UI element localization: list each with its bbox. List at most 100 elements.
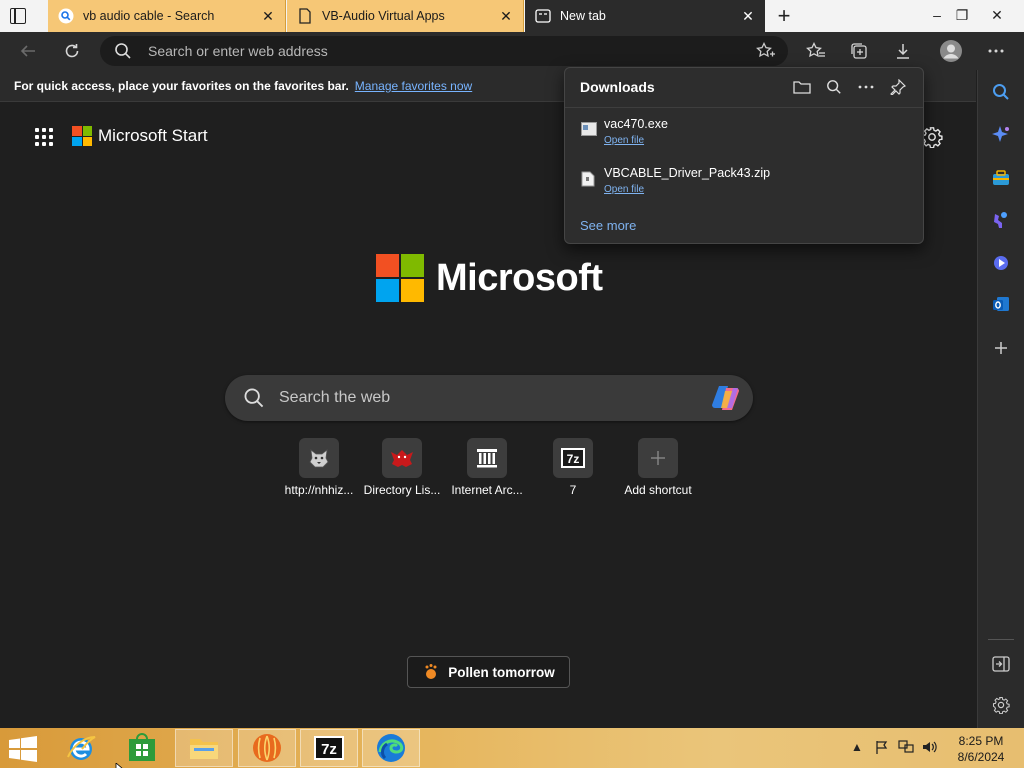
shortcut-internet-archive[interactable]: Internet Arc...: [445, 438, 529, 497]
red-creature-icon: [382, 438, 422, 478]
shortcut-7zip[interactable]: 7z 7: [531, 438, 615, 497]
more-options-icon[interactable]: [856, 77, 876, 97]
edge-icon: [377, 734, 405, 762]
see-more-link[interactable]: See more: [580, 218, 636, 233]
download-file-name: vac470.exe: [604, 117, 668, 131]
brand-text: Microsoft Start: [98, 126, 208, 145]
close-window-button[interactable]: ✕: [984, 4, 1010, 26]
refresh-button[interactable]: [61, 40, 83, 62]
browser-toolbar: [0, 32, 1024, 70]
taskbar-edge[interactable]: [362, 729, 420, 767]
sidebar-shopping-icon[interactable]: [990, 167, 1012, 189]
sidebar-outlook-icon[interactable]: [990, 293, 1012, 315]
tab-close-icon[interactable]: ✕: [497, 7, 515, 25]
open-file-link[interactable]: Open file: [604, 184, 644, 195]
taskbar-media-player[interactable]: [238, 729, 296, 767]
collections-icon: [851, 43, 867, 59]
pollen-weather-chip[interactable]: Pollen tomorrow: [407, 656, 570, 688]
sidebar-copilot-sparkle-icon[interactable]: [990, 124, 1012, 146]
download-item[interactable]: vac470.exe Open file: [565, 114, 923, 160]
newtab-favicon-icon: [535, 8, 551, 24]
tab-actions-icon[interactable]: [10, 8, 26, 24]
folder-icon: [190, 739, 218, 759]
search-downloads-icon[interactable]: [824, 77, 844, 97]
wolf-icon: [299, 438, 339, 478]
downloads-panel: Downloads vac470.exe Open file VBCABLE_D…: [564, 67, 924, 244]
network-icon[interactable]: [897, 738, 915, 756]
new-tab-button[interactable]: +: [774, 3, 794, 28]
tab-new-tab[interactable]: New tab ✕: [525, 0, 765, 32]
open-folder-icon[interactable]: [792, 77, 812, 97]
pollen-text: Pollen tomorrow: [448, 664, 555, 680]
exe-file-icon: [581, 122, 597, 138]
search-icon: [114, 42, 132, 65]
7zip-icon: 7z: [553, 438, 593, 478]
add-shortcut-button[interactable]: Add shortcut: [616, 438, 700, 497]
microsoft-logo-icon: [376, 254, 424, 302]
tab-title: VB-Audio Virtual Apps: [322, 9, 445, 23]
clock-time: 8:25 PM: [958, 734, 1004, 748]
downloads-button[interactable]: [892, 40, 914, 62]
microsoft-start-brand[interactable]: Microsoft Start: [72, 126, 208, 146]
collections-button[interactable]: [848, 40, 870, 62]
favorites-button[interactable]: [805, 40, 827, 62]
shortcut-directory-listing[interactable]: Directory Lis...: [360, 438, 444, 497]
tab-vb-audio-search[interactable]: vb audio cable - Search ✕: [48, 0, 286, 32]
web-search-input[interactable]: [279, 375, 699, 421]
sidebar-copilot-icon[interactable]: [990, 252, 1012, 274]
taskbar-7zip[interactable]: 7z: [300, 729, 358, 767]
volume-icon[interactable]: [921, 738, 939, 756]
address-input[interactable]: [148, 36, 708, 66]
clock-date: 8/6/2024: [957, 750, 1005, 764]
sidebar-settings-gear-icon[interactable]: [990, 694, 1012, 716]
minimize-button[interactable]: –: [924, 4, 950, 26]
restore-button[interactable]: ❐: [949, 4, 975, 26]
manage-favorites-link[interactable]: Manage favorites now: [355, 79, 472, 93]
sidebar-games-icon[interactable]: [990, 209, 1012, 231]
favorites-bar-message: For quick access, place your favorites o…: [14, 78, 349, 93]
downloads-header: Downloads: [565, 68, 923, 108]
shortcut-label: Internet Arc...: [451, 483, 523, 497]
download-item[interactable]: VBCABLE_Driver_Pack43.zip Open file: [565, 163, 923, 209]
back-button[interactable]: [17, 40, 39, 62]
action-center-flag-icon[interactable]: [873, 738, 891, 756]
page-favicon-icon: [297, 8, 313, 24]
back-arrow-icon: [20, 45, 35, 57]
tab-close-icon[interactable]: ✕: [259, 7, 277, 25]
page-settings-gear-icon[interactable]: [921, 126, 943, 149]
tab-strip: vb audio cable - Search ✕ VB-Audio Virtu…: [0, 0, 1024, 32]
avatar-icon: [940, 40, 962, 62]
more-dots-icon: [988, 49, 1004, 53]
pollen-flower-icon: [422, 663, 440, 681]
sidebar-collapse-icon[interactable]: [990, 653, 1012, 675]
sidebar-search-icon[interactable]: [990, 81, 1012, 103]
svg-text:7z: 7z: [567, 452, 580, 466]
internet-explorer-icon: [67, 736, 96, 760]
taskbar-internet-explorer[interactable]: [52, 729, 110, 767]
pin-icon[interactable]: [888, 77, 908, 97]
edge-sidebar: [977, 70, 1024, 728]
copilot-icon[interactable]: [711, 383, 743, 413]
store-icon: [129, 733, 155, 761]
web-search-box[interactable]: [225, 375, 753, 421]
settings-more-button[interactable]: [985, 40, 1007, 62]
tab-title: vb audio cable - Search: [83, 9, 215, 23]
shortcut-nhhiz[interactable]: http://nhhiz...: [277, 438, 361, 497]
add-favorite-icon[interactable]: [756, 41, 776, 65]
open-file-link[interactable]: Open file: [604, 135, 644, 146]
tab-close-icon[interactable]: ✕: [739, 7, 757, 25]
search-favicon-icon: [58, 8, 74, 24]
system-clock[interactable]: 8:25 PM 8/6/2024: [948, 733, 1014, 765]
show-hidden-icons-chevron-icon[interactable]: ▲: [848, 738, 866, 756]
svg-text:7z: 7z: [321, 741, 337, 758]
app-launcher-icon[interactable]: [35, 128, 53, 146]
shortcut-label: Directory Lis...: [363, 483, 441, 497]
tab-vb-audio-virtual-apps[interactable]: VB-Audio Virtual Apps ✕: [287, 0, 524, 32]
sidebar-add-icon[interactable]: [990, 337, 1012, 359]
taskbar-file-explorer[interactable]: [175, 729, 233, 767]
profile-button[interactable]: [938, 38, 964, 64]
windows-start-button[interactable]: [8, 736, 38, 762]
download-file-name: VBCABLE_Driver_Pack43.zip: [604, 166, 771, 180]
address-bar[interactable]: [100, 36, 788, 66]
windows-taskbar: 7z ▲ 8:25 PM 8/6/2024: [0, 728, 1024, 768]
